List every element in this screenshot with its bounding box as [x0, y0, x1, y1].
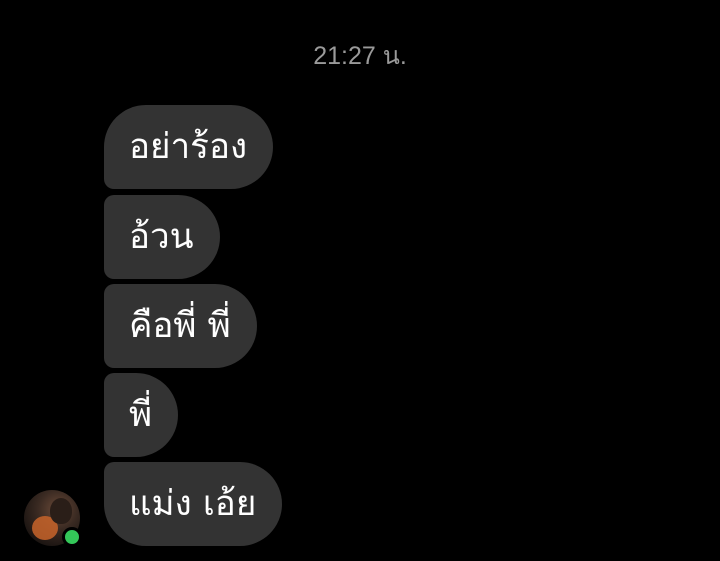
online-status-icon — [62, 527, 82, 547]
message-bubble[interactable]: แม่ง เอ้ย — [104, 462, 283, 546]
message-bubble[interactable]: คือพี่ พี่ — [104, 284, 257, 368]
message-bubble[interactable]: อ้วน — [104, 195, 220, 279]
chat-thread: 21:27 น. อย่าร้อง อ้วน คือพี่ พี่ พี่ แม… — [0, 0, 720, 561]
sender-avatar[interactable] — [24, 490, 82, 547]
message-bubble[interactable]: พี่ — [104, 373, 179, 457]
message-timestamp: 21:27 น. — [313, 42, 407, 70]
message-bubble[interactable]: อย่าร้อง — [104, 105, 274, 189]
